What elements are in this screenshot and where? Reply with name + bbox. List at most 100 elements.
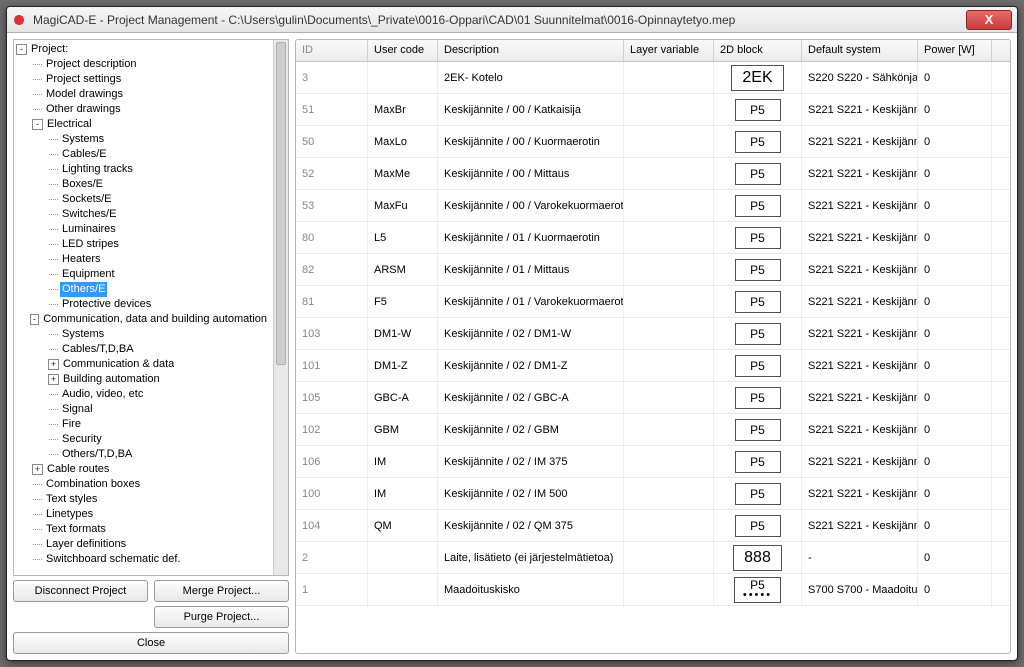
block-button[interactable]: P5 xyxy=(735,131,781,153)
cell-user[interactable]: MaxFu xyxy=(368,190,438,221)
block-button[interactable]: 888 xyxy=(733,545,782,571)
tree-item[interactable]: ·····Cables/E xyxy=(16,147,273,162)
cell-layer[interactable] xyxy=(624,446,714,477)
cell-id[interactable]: 82 xyxy=(296,254,368,285)
cell-desc[interactable]: Keskijännite / 02 / QM 375 xyxy=(438,510,624,541)
block-button[interactable]: P5 xyxy=(735,387,781,409)
cell-sys[interactable]: S221 S221 - Keskijänni xyxy=(802,446,918,477)
table-row[interactable]: 2Laite, lisätieto (ei järjestelmätietoa)… xyxy=(296,542,1010,574)
cell-user[interactable]: MaxLo xyxy=(368,126,438,157)
disconnect-project-button[interactable]: Disconnect Project xyxy=(13,580,148,602)
cell-id[interactable]: 105 xyxy=(296,382,368,413)
cell-block[interactable]: P5 xyxy=(714,126,802,157)
table-row[interactable]: 50MaxLoKeskijännite / 00 / KuormaerotinP… xyxy=(296,126,1010,158)
tree-item[interactable]: ·····Sockets/E xyxy=(16,192,273,207)
collapse-icon[interactable]: - xyxy=(16,44,27,55)
cell-layer[interactable] xyxy=(624,542,714,573)
tree-item[interactable]: +Cable routes xyxy=(16,462,273,477)
col-layer[interactable]: Layer variable xyxy=(624,40,714,61)
cell-sys[interactable]: S700 S700 - Maadoitu xyxy=(802,574,918,605)
collapse-icon[interactable]: - xyxy=(32,119,43,130)
cell-desc[interactable]: Keskijännite / 00 / Katkaisija xyxy=(438,94,624,125)
expand-icon[interactable]: + xyxy=(32,464,43,475)
cell-layer[interactable] xyxy=(624,574,714,605)
table-row[interactable]: 100IMKeskijännite / 02 / IM 500P5S221 S2… xyxy=(296,478,1010,510)
cell-sys[interactable]: S221 S221 - Keskijänni xyxy=(802,478,918,509)
cell-layer[interactable] xyxy=(624,382,714,413)
block-button[interactable]: P5 xyxy=(735,451,781,473)
table-row[interactable]: 102GBMKeskijännite / 02 / GBMP5S221 S221… xyxy=(296,414,1010,446)
collapse-icon[interactable]: - xyxy=(30,314,40,325)
block-button[interactable]: P5 xyxy=(735,323,781,345)
tree-item[interactable]: ·····Layer definitions xyxy=(16,537,273,552)
cell-id[interactable]: 2 xyxy=(296,542,368,573)
tree-item[interactable]: ·····Project settings xyxy=(16,72,273,87)
cell-block[interactable]: P5••••• xyxy=(714,574,802,605)
cell-id[interactable]: 53 xyxy=(296,190,368,221)
cell-block[interactable]: P5 xyxy=(714,510,802,541)
cell-pow[interactable]: 0 xyxy=(918,158,992,189)
table-row[interactable]: 80L5Keskijännite / 01 / KuormaerotinP5S2… xyxy=(296,222,1010,254)
tree-item[interactable]: ·····Other drawings xyxy=(16,102,273,117)
cell-sys[interactable]: S221 S221 - Keskijänni xyxy=(802,318,918,349)
cell-pow[interactable]: 0 xyxy=(918,542,992,573)
table-row[interactable]: 1 Maadoituskisko P5•••••S700 S700 - Maadoi… xyxy=(296,574,1010,606)
cell-layer[interactable] xyxy=(624,286,714,317)
grid-header[interactable]: ID User code Description Layer variable … xyxy=(296,40,1010,62)
tree-item[interactable]: ·····Heaters xyxy=(16,252,273,267)
cell-desc[interactable]: Keskijännite / 00 / Varokekuormaerotin xyxy=(438,190,624,221)
cell-layer[interactable] xyxy=(624,94,714,125)
tree-item[interactable]: ·····Boxes/E xyxy=(16,177,273,192)
cell-layer[interactable] xyxy=(624,350,714,381)
table-row[interactable]: 82ARSMKeskijännite / 01 / MittausP5S221 … xyxy=(296,254,1010,286)
cell-sys[interactable]: S221 S221 - Keskijänni xyxy=(802,254,918,285)
tree-item[interactable]: ·····Systems xyxy=(16,132,273,147)
table-row[interactable]: 104QMKeskijännite / 02 / QM 375P5S221 S2… xyxy=(296,510,1010,542)
tree-item[interactable]: ·····Others/E xyxy=(16,282,273,297)
merge-project-button[interactable]: Merge Project... xyxy=(154,580,289,602)
cell-id[interactable]: 101 xyxy=(296,350,368,381)
titlebar[interactable]: MagiCAD-E - Project Management - C:\User… xyxy=(7,7,1017,33)
cell-layer[interactable] xyxy=(624,318,714,349)
table-row[interactable]: 106IMKeskijännite / 02 / IM 375P5S221 S2… xyxy=(296,446,1010,478)
table-row[interactable]: 32EK- Kotelo2EKS220 S220 - Sähkönja0 xyxy=(296,62,1010,94)
block-button[interactable]: P5 xyxy=(735,291,781,313)
tree-item[interactable]: ·····Combination boxes xyxy=(16,477,273,492)
cell-desc[interactable]: Maadoituskisko xyxy=(438,574,624,605)
cell-pow[interactable]: 0 xyxy=(918,222,992,253)
cell-id[interactable]: 104 xyxy=(296,510,368,541)
cell-pow[interactable]: 0 xyxy=(918,382,992,413)
cell-block[interactable]: P5 xyxy=(714,94,802,125)
expand-icon[interactable]: + xyxy=(48,374,59,385)
tree-item[interactable]: ·····Switches/E xyxy=(16,207,273,222)
cell-block[interactable]: P5 xyxy=(714,286,802,317)
close-button[interactable]: Close xyxy=(13,632,289,654)
cell-block[interactable]: P5 xyxy=(714,446,802,477)
cell-sys[interactable]: S221 S221 - Keskijänni xyxy=(802,126,918,157)
cell-pow[interactable]: 0 xyxy=(918,574,992,605)
cell-sys[interactable]: S221 S221 - Keskijänni xyxy=(802,94,918,125)
cell-block[interactable]: 888 xyxy=(714,542,802,573)
cell-pow[interactable]: 0 xyxy=(918,190,992,221)
tree-item[interactable]: ·····Protective devices xyxy=(16,297,273,312)
cell-block[interactable]: P5 xyxy=(714,254,802,285)
cell-id[interactable]: 51 xyxy=(296,94,368,125)
cell-pow[interactable]: 0 xyxy=(918,62,992,93)
cell-desc[interactable]: Keskijännite / 01 / Varokekuormaerotin xyxy=(438,286,624,317)
cell-block[interactable]: P5 xyxy=(714,478,802,509)
block-button[interactable]: P5 xyxy=(735,355,781,377)
cell-user[interactable] xyxy=(368,574,438,605)
tree-item[interactable]: ·····Text formats xyxy=(16,522,273,537)
cell-desc[interactable]: Keskijännite / 02 / GBC-A xyxy=(438,382,624,413)
grid-body[interactable]: 32EK- Kotelo2EKS220 S220 - Sähkönja051Ma… xyxy=(296,62,1010,653)
table-row[interactable]: 52MaxMeKeskijännite / 00 / MittausP5S221… xyxy=(296,158,1010,190)
close-icon[interactable]: X xyxy=(966,10,1012,30)
cell-desc[interactable]: Keskijännite / 02 / DM1-Z xyxy=(438,350,624,381)
cell-id[interactable]: 1 xyxy=(296,574,368,605)
cell-block[interactable]: P5 xyxy=(714,414,802,445)
cell-pow[interactable]: 0 xyxy=(918,510,992,541)
cell-sys[interactable]: S221 S221 - Keskijänni xyxy=(802,158,918,189)
cell-user[interactable]: GBM xyxy=(368,414,438,445)
tree-item[interactable]: ·····Signal xyxy=(16,402,273,417)
cell-block[interactable]: 2EK xyxy=(714,62,802,93)
